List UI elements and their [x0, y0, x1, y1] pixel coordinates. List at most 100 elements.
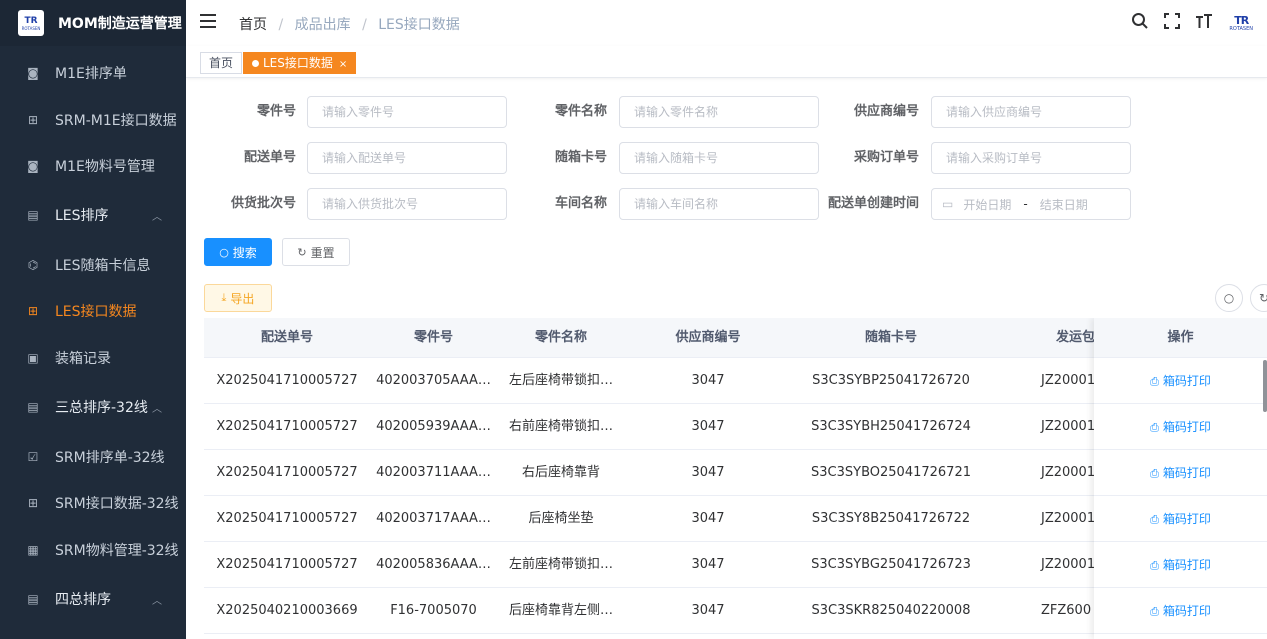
breadcrumb: 首页 / 成品出库 / LES接口数据	[239, 14, 460, 34]
printer-icon: ⎙	[1150, 421, 1159, 434]
search-button[interactable]: ○ 搜索	[204, 238, 272, 266]
toggle-search-button[interactable]: ○	[1215, 284, 1243, 312]
cell-delivery-no: X2025041710005727	[216, 511, 358, 526]
tag-les-interface[interactable]: LES接口数据 ×	[243, 52, 357, 74]
table-icon: ⊞	[27, 496, 39, 510]
sidebar-item-srm-material-32[interactable]: ▦ SRM物料管理-32线	[0, 527, 186, 573]
part-name-input[interactable]	[619, 96, 819, 128]
refresh-icon: ↻	[297, 245, 307, 259]
horizontal-scrollbar[interactable]	[1263, 360, 1267, 412]
cell-supplier: 3047	[691, 373, 725, 388]
print-box-code-label: 箱码打印	[1162, 604, 1211, 618]
print-box-code-button[interactable]: ⎙ 箱码打印	[1094, 450, 1267, 496]
sidebar-item-srm-sort-32[interactable]: ☑ SRM排序单-32线	[0, 434, 186, 480]
export-button[interactable]: ⤓ 导出	[204, 284, 272, 312]
sidebar-item-label: M1E排序单	[55, 66, 127, 82]
list-icon: ▤	[27, 592, 39, 606]
print-box-code-button[interactable]: ⎙ 箱码打印	[1094, 496, 1267, 542]
chevron-up-icon: ︿	[152, 403, 162, 415]
cell-part-name: 右后座椅靠背	[521, 465, 600, 480]
clipboard-icon: ▣	[27, 351, 39, 365]
sidebar-group-les-sort[interactable]: ▤ LES排序 ︿	[0, 192, 186, 238]
fullscreen-icon[interactable]	[1163, 12, 1181, 35]
sidebar-item-les-interface[interactable]: ⊞ LES接口数据	[0, 288, 186, 334]
company-logo: TR ROTASEN	[1229, 15, 1253, 32]
cell-part-no: 402003705AAA…	[376, 373, 491, 388]
print-box-code-button[interactable]: ⎙ 箱码打印	[1094, 588, 1267, 634]
print-box-code-label: 箱码打印	[1162, 420, 1211, 434]
sidebar-item-packing-record[interactable]: ▣ 装箱记录	[0, 335, 186, 381]
chevron-up-icon: ︿	[152, 211, 162, 223]
cell-supplier: 3047	[691, 557, 725, 572]
hamburger-icon[interactable]	[200, 14, 216, 30]
column-header: 零件名称	[534, 330, 587, 345]
sidebar-item-label: LES随箱卡信息	[55, 258, 151, 274]
breadcrumb-separator: /	[362, 17, 367, 33]
part-no-input[interactable]	[307, 96, 507, 128]
search-icon[interactable]	[1131, 12, 1149, 35]
sidebar-group-three-sort[interactable]: ▤ 三总排序-32线 ︿	[0, 384, 186, 430]
logo-text: TR	[24, 15, 38, 26]
date-range-picker[interactable]: ▭ 开始日期 - 结束日期	[931, 188, 1131, 220]
end-date-placeholder[interactable]: 结束日期	[1040, 196, 1088, 213]
print-box-code-label: 箱码打印	[1162, 466, 1211, 480]
tag-home[interactable]: 首页	[200, 52, 243, 74]
header-tools: TR ROTASEN	[1117, 12, 1253, 35]
print-box-code-button[interactable]: ⎙ 箱码打印	[1094, 542, 1267, 588]
close-icon[interactable]: ×	[339, 59, 347, 70]
print-box-code-button[interactable]: ⎙ 箱码打印	[1094, 404, 1267, 450]
sidebar-group-four-sort[interactable]: ▤ 四总排序 ︿	[0, 576, 186, 622]
puzzle-icon: ⌬	[27, 258, 39, 272]
cell-delivery-no: X2025041710005727	[216, 419, 358, 434]
operation-column: 操作 ⎙ 箱码打印 ⎙ 箱码打印 ⎙ 箱码打印 ⎙ 箱码打印 ⎙ 箱码打印 ⎙ 箱码打印	[1094, 318, 1267, 639]
checkbox-icon: ☑	[27, 450, 39, 464]
list-icon: ▤	[27, 208, 39, 222]
search-icon: ○	[219, 245, 229, 259]
printer-icon: ⎙	[1150, 467, 1159, 480]
cell-card-no: S3C3SY8B25041726722	[811, 511, 971, 526]
sidebar-item-srm-m1e[interactable]: ⊞ SRM-M1E接口数据	[0, 97, 186, 143]
sidebar-item-label: 四总排序	[55, 592, 111, 608]
label-part-no: 零件号	[256, 104, 296, 119]
search-button-label: 搜索	[232, 245, 257, 260]
reset-button[interactable]: ↻ 重置	[282, 238, 350, 266]
font-size-icon[interactable]	[1195, 12, 1213, 35]
active-dot-icon	[252, 60, 259, 67]
table-icon: ⊞	[27, 113, 39, 127]
cell-supplier: 3047	[691, 511, 725, 526]
sidebar-item-m1e-sort[interactable]: ◙ M1E排序单	[0, 50, 186, 96]
cell-card-no: S3C3SYBO25041726721	[811, 465, 971, 480]
app-logo: TR ROTASEN	[18, 10, 44, 36]
start-date-placeholder[interactable]: 开始日期	[963, 196, 1011, 213]
refresh-table-button[interactable]: ↻	[1250, 284, 1267, 312]
batch-no-input[interactable]	[307, 188, 507, 220]
sidebar-item-m1e-material[interactable]: ◙ M1E物料号管理	[0, 143, 186, 189]
top-header: 首页 / 成品出库 / LES接口数据 TR ROTASEN	[186, 0, 1267, 46]
cell-supplier: 3047	[691, 419, 725, 434]
box-card-no-input[interactable]	[619, 142, 819, 174]
sidebar: TR ROTASEN MOM制造运营管理 ◙ M1E排序单 ⊞ SRM-M1E接…	[0, 0, 186, 639]
cell-part-name: 左后座椅带锁扣…	[508, 373, 613, 388]
sidebar-item-label: M1E物料号管理	[55, 159, 155, 175]
label-part-name: 零件名称	[554, 104, 607, 119]
breadcrumb-home[interactable]: 首页	[239, 17, 267, 33]
tag-active-label: LES接口数据	[263, 56, 333, 70]
header-logo-text: TR	[1234, 14, 1249, 27]
delivery-no-input[interactable]	[307, 142, 507, 174]
sidebar-item-les-card[interactable]: ⌬ LES随箱卡信息	[0, 242, 186, 288]
cell-delivery-no: X2025041710005727	[216, 373, 358, 388]
app-title: MOM制造运营管理	[58, 16, 182, 32]
sidebar-item-srm-interface-32[interactable]: ⊞ SRM接口数据-32线	[0, 480, 186, 526]
supplier-code-input[interactable]	[931, 96, 1131, 128]
table-icon: ⊞	[27, 304, 39, 318]
po-no-input[interactable]	[931, 142, 1131, 174]
cell-part-name: 左前座椅带锁扣…	[508, 557, 613, 572]
sidebar-item-label: SRM-M1E接口数据	[55, 113, 177, 129]
breadcrumb-separator: /	[278, 17, 284, 33]
cell-card-no: S3C3SKR825040220008	[811, 603, 971, 618]
cell-part-no: 402003717AAA…	[376, 511, 491, 526]
tags-bar: 首页 LES接口数据 ×	[186, 46, 1267, 78]
print-box-code-button[interactable]: ⎙ 箱码打印	[1094, 358, 1267, 404]
refresh-icon: ↻	[1258, 291, 1267, 305]
workshop-input[interactable]	[619, 188, 819, 220]
